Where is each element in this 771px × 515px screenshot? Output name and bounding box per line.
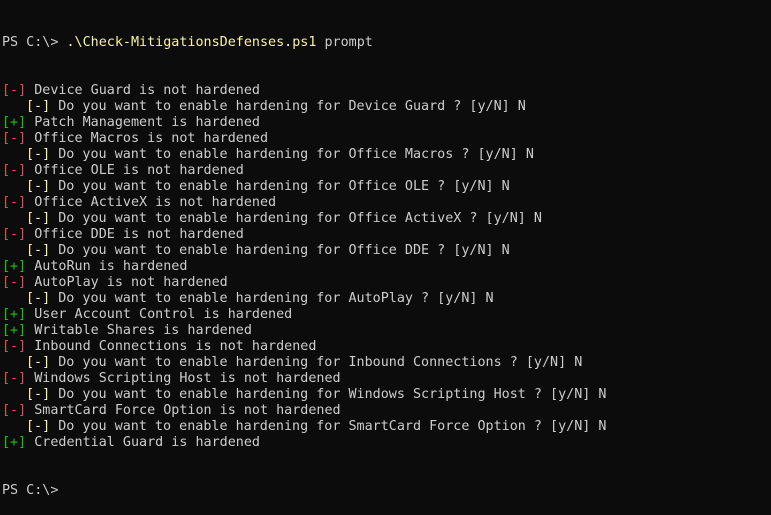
fail-marker: [-] (2, 227, 27, 242)
fail-marker: [-] (2, 339, 27, 354)
line-text: Inbound Connections is not hardened (26, 339, 317, 354)
question-marker: [-] (26, 179, 51, 194)
pass-marker: [+] (2, 115, 27, 130)
final-prompt: PS C:\> (2, 483, 59, 498)
prompt-text: PS C:\> (2, 35, 67, 50)
line-text: AutoPlay is not hardened (26, 275, 228, 290)
line-text: User Account Control is hardened (26, 307, 293, 322)
prompt-question-line: [-] Do you want to enable hardening for … (2, 99, 771, 115)
question-marker: [-] (26, 99, 51, 114)
status-not-hardened-line: [-] Office ActiveX is not hardened (2, 195, 771, 211)
terminal-window[interactable]: PS C:\> .\Check-MitigationsDefenses.ps1 … (0, 0, 771, 498)
final-prompt-line[interactable]: PS C:\> (2, 483, 771, 499)
question-marker: [-] (26, 387, 51, 402)
status-not-hardened-line: [-] Office OLE is not hardened (2, 163, 771, 179)
question-marker: [-] (26, 243, 51, 258)
line-text: Do you want to enable hardening for Wind… (50, 387, 607, 402)
prompt-question-line: [-] Do you want to enable hardening for … (2, 243, 771, 259)
question-marker: [-] (26, 147, 51, 162)
line-text: SmartCard Force Option is not hardened (26, 403, 341, 418)
question-marker: [-] (26, 211, 51, 226)
status-hardened-line: [+] Credential Guard is hardened (2, 435, 771, 451)
pass-marker: [+] (2, 307, 27, 322)
line-text: Windows Scripting Host is not hardened (26, 371, 341, 386)
line-text: Office Macros is not hardened (26, 131, 269, 146)
fail-marker: [-] (2, 403, 27, 418)
script-argument: prompt (316, 35, 373, 50)
fail-marker: [-] (2, 195, 27, 210)
fail-marker: [-] (2, 371, 27, 386)
question-marker: [-] (26, 419, 51, 434)
output-lines: [-] Device Guard is not hardened [-] Do y… (2, 83, 771, 451)
prompt-question-line: [-] Do you want to enable hardening for … (2, 147, 771, 163)
line-text: Credential Guard is hardened (26, 435, 260, 450)
status-not-hardened-line: [-] Device Guard is not hardened (2, 83, 771, 99)
script-name: .\Check-MitigationsDefenses.ps1 (66, 35, 317, 50)
pass-marker: [+] (2, 259, 27, 274)
prompt-question-line: [-] Do you want to enable hardening for … (2, 211, 771, 227)
fail-marker: [-] (2, 131, 27, 146)
status-not-hardened-line: [-] AutoPlay is not hardened (2, 275, 771, 291)
status-not-hardened-line: [-] Inbound Connections is not hardened (2, 339, 771, 355)
status-hardened-line: [+] Writable Shares is hardened (2, 323, 771, 339)
question-marker: [-] (26, 291, 51, 306)
status-not-hardened-line: [-] Windows Scripting Host is not harden… (2, 371, 771, 387)
status-not-hardened-line: [-] Office Macros is not hardened (2, 131, 771, 147)
status-hardened-line: [+] User Account Control is hardened (2, 307, 771, 323)
line-text: Do you want to enable hardening for Offi… (50, 179, 510, 194)
prompt-question-line: [-] Do you want to enable hardening for … (2, 387, 771, 403)
prompt-question-line: [-] Do you want to enable hardening for … (2, 419, 771, 435)
line-text: Do you want to enable hardening for Offi… (50, 147, 534, 162)
status-not-hardened-line: [-] SmartCard Force Option is not harden… (2, 403, 771, 419)
line-text: Do you want to enable hardening for Offi… (50, 211, 542, 226)
line-text: AutoRun is hardened (26, 259, 188, 274)
line-text: Do you want to enable hardening for Offi… (50, 243, 510, 258)
prompt-question-line: [-] Do you want to enable hardening for … (2, 355, 771, 371)
fail-marker: [-] (2, 83, 27, 98)
command-line: PS C:\> .\Check-MitigationsDefenses.ps1 … (2, 35, 771, 51)
line-text: Office DDE is not hardened (26, 227, 244, 242)
line-text: Do you want to enable hardening for Auto… (50, 291, 494, 306)
status-hardened-line: [+] AutoRun is hardened (2, 259, 771, 275)
line-text: Device Guard is not hardened (26, 83, 260, 98)
line-text: Do you want to enable hardening for Smar… (50, 419, 607, 434)
line-text: Writable Shares is hardened (26, 323, 252, 338)
pass-marker: [+] (2, 323, 27, 338)
fail-marker: [-] (2, 163, 27, 178)
prompt-question-line: [-] Do you want to enable hardening for … (2, 291, 771, 307)
line-text: Office ActiveX is not hardened (26, 195, 277, 210)
question-marker: [-] (26, 355, 51, 370)
line-text: Patch Management is hardened (26, 115, 260, 130)
status-hardened-line: [+] Patch Management is hardened (2, 115, 771, 131)
line-text: Do you want to enable hardening for Devi… (50, 99, 526, 114)
pass-marker: [+] (2, 435, 27, 450)
line-text: Office OLE is not hardened (26, 163, 244, 178)
prompt-question-line: [-] Do you want to enable hardening for … (2, 179, 771, 195)
fail-marker: [-] (2, 275, 27, 290)
line-text: Do you want to enable hardening for Inbo… (50, 355, 583, 370)
status-not-hardened-line: [-] Office DDE is not hardened (2, 227, 771, 243)
